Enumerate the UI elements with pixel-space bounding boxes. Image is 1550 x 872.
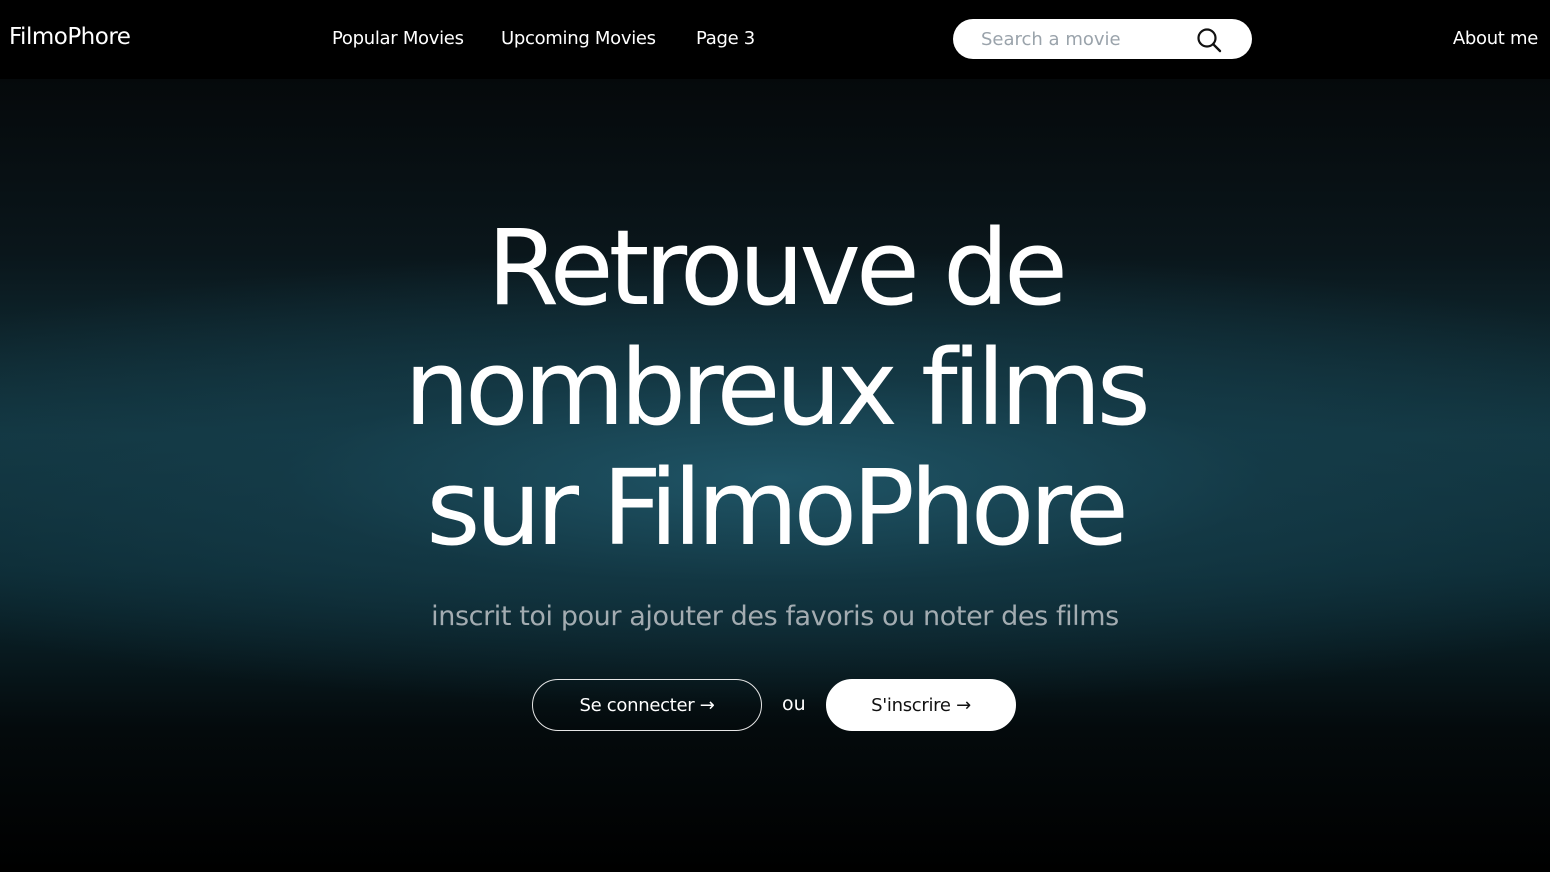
nav-link-about-me[interactable]: About me <box>1453 28 1538 49</box>
hero-subtitle: inscrit toi pour ajouter des favoris ou … <box>431 601 1119 632</box>
search-input[interactable] <box>981 25 1201 53</box>
nav-link-page-3[interactable]: Page 3 <box>696 28 755 49</box>
hero-section: Retrouve de nombreux films sur FilmoPhor… <box>0 79 1550 872</box>
hero-title-line-3: sur FilmoPhore <box>426 447 1129 569</box>
login-button[interactable]: Se connecter → <box>532 679 762 731</box>
nav-link-upcoming-movies[interactable]: Upcoming Movies <box>501 28 656 49</box>
brand-logo-link[interactable]: FilmoPhore <box>9 24 131 50</box>
hero-title-line-2: nombreux films <box>404 327 1151 449</box>
top-navbar: FilmoPhore Popular Movies Upcoming Movie… <box>0 0 1550 79</box>
search-bar <box>953 19 1252 59</box>
nav-link-popular-movies[interactable]: Popular Movies <box>332 28 464 49</box>
hero-title: Retrouve de nombreux films sur FilmoPhor… <box>0 208 1550 568</box>
signup-button[interactable]: S'inscrire → <box>826 679 1016 731</box>
search-icon[interactable] <box>1195 26 1223 54</box>
hero-title-line-1: Retrouve de <box>487 207 1068 329</box>
or-separator: ou <box>782 693 806 715</box>
